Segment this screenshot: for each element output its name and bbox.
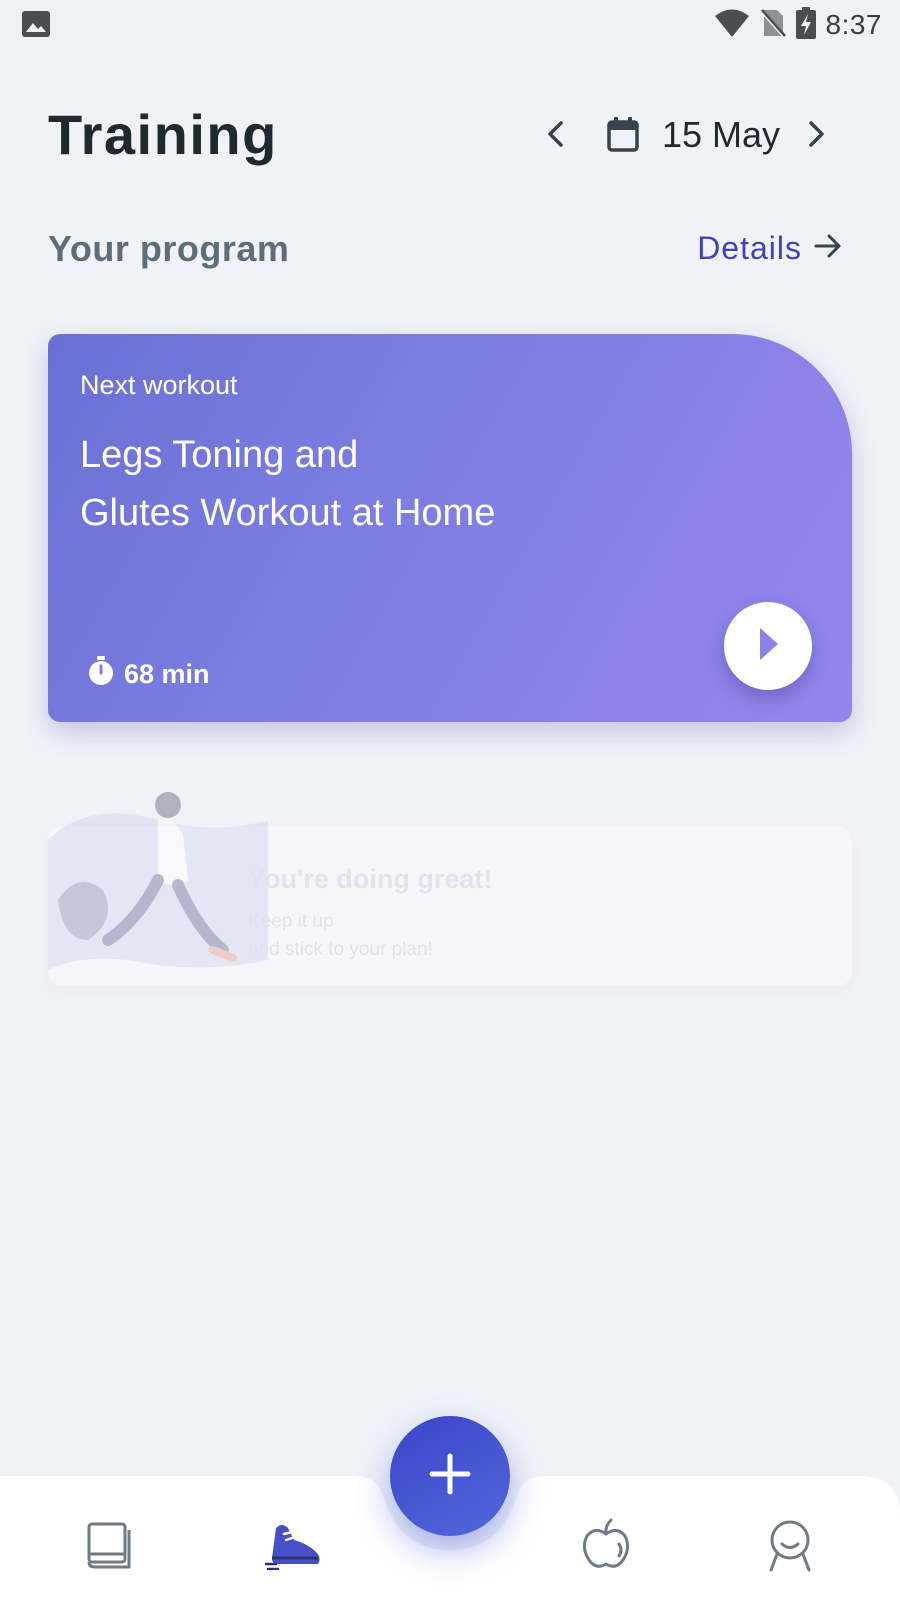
nav-item-training[interactable]: [254, 1512, 334, 1582]
apple-icon: [581, 1518, 631, 1577]
book-icon: [83, 1520, 133, 1575]
details-label: Details: [697, 230, 802, 266]
section-title: Your program: [48, 228, 290, 269]
card-kicker: Next workout: [80, 370, 238, 400]
current-date[interactable]: 15 May: [662, 114, 780, 156]
previous-day-button[interactable]: [530, 116, 580, 156]
chevron-left-icon: [545, 120, 565, 153]
page-title: Training: [48, 103, 278, 166]
motivation-subtitle-line: Keep it up: [248, 911, 334, 932]
date-navigator: 15 May: [530, 108, 860, 164]
nav-item-journal[interactable]: [68, 1512, 148, 1582]
status-bar: 8:37: [0, 0, 900, 50]
next-workout-card[interactable]: Next workout Legs Toning and Glutes Work…: [48, 334, 852, 722]
details-link[interactable]: Details: [697, 230, 842, 267]
sneaker-icon: [264, 1520, 324, 1575]
calendar-icon[interactable]: [606, 116, 640, 159]
screen: 8:37 Training 15 May Your program Detail…: [0, 0, 900, 1600]
play-icon: [754, 626, 782, 667]
arrow-right-icon: [814, 230, 842, 267]
workout-title-line: Glutes Workout at Home: [80, 492, 496, 534]
play-workout-button[interactable]: [724, 602, 812, 690]
chevron-right-icon: [807, 120, 827, 153]
gallery-icon: [22, 11, 50, 42]
nav-item-nutrition[interactable]: [566, 1512, 646, 1582]
battery-charging-icon: [795, 6, 816, 44]
motivation-title: You're doing great!: [248, 864, 493, 894]
plus-icon: [428, 1452, 472, 1501]
runner-illustration: [48, 780, 268, 980]
workout-duration: 68 min: [88, 656, 210, 693]
wifi-icon: [714, 8, 750, 43]
stopwatch-icon: [88, 656, 114, 693]
nav-item-profile[interactable]: [750, 1512, 830, 1582]
no-sim-icon: [759, 8, 786, 43]
status-icons: 8:37: [714, 6, 883, 44]
profile-icon: [765, 1518, 815, 1577]
status-time: 8:37: [825, 9, 882, 40]
workout-title-line: Legs Toning and: [80, 434, 359, 476]
duration-text: 68 min: [124, 659, 210, 689]
add-button[interactable]: [390, 1416, 510, 1536]
motivation-subtitle-line: and stick to your plan!: [248, 939, 433, 960]
workout-title: Legs Toning and Glutes Workout at Home: [80, 426, 640, 542]
motivation-subtitle: Keep it up and stick to your plan!: [248, 908, 433, 964]
next-day-button[interactable]: [792, 116, 842, 156]
